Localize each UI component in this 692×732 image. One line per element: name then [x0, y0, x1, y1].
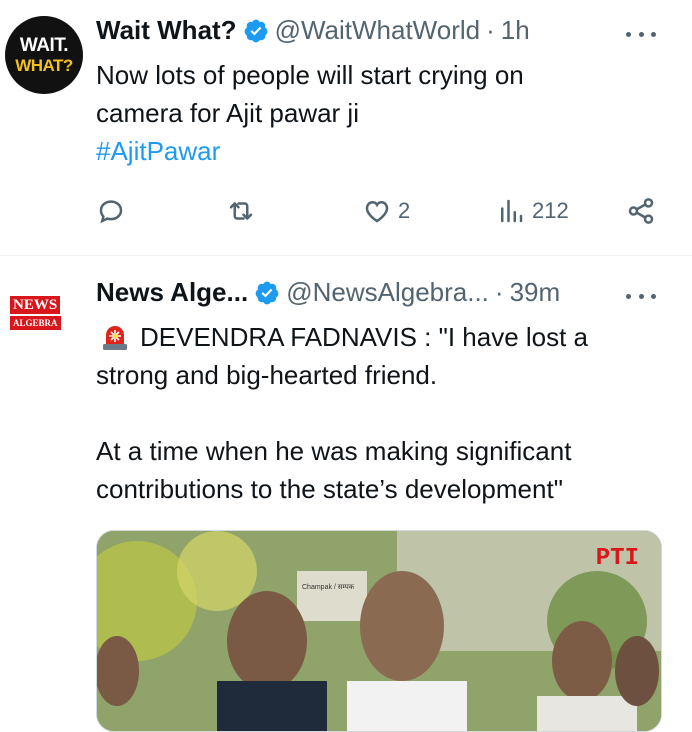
tweet-header: News Alge... @NewsAlgebra... · 39m	[96, 277, 560, 308]
display-name[interactable]: News Alge...	[96, 277, 248, 308]
user-handle[interactable]: @NewsAlgebra...	[286, 277, 489, 308]
timestamp[interactable]: 1h	[501, 15, 530, 46]
separator-dot: ·	[486, 15, 495, 45]
retweet-icon	[229, 202, 253, 220]
avatar-text-line1: NEWS	[10, 296, 61, 314]
hashtag-link[interactable]: #AjitPawar	[96, 132, 220, 170]
display-name[interactable]: Wait What?	[96, 15, 237, 46]
views-count: 212	[532, 198, 569, 223]
timestamp[interactable]: 39m	[510, 277, 561, 308]
tweet-actions: 2 212	[96, 196, 666, 228]
reply-icon	[99, 200, 123, 224]
retweet-button[interactable]	[226, 196, 256, 226]
tweet-media-image[interactable]: Champak / सम्पक PTI	[96, 530, 662, 732]
avatar-text-line2: WHAT?	[15, 55, 73, 75]
more-options-icon[interactable]	[626, 286, 656, 306]
media-sign-text: Champak / सम्पक	[302, 584, 355, 591]
media-watermark: PTI	[595, 545, 639, 572]
like-count: 2	[398, 198, 411, 223]
tweet-text: DEVENDRA FADNAVIS : "I have lost a stron…	[96, 322, 589, 504]
separator-dot: ·	[494, 277, 504, 307]
tweet-text: Now lots of people will start crying on …	[96, 60, 524, 128]
media-photo	[97, 531, 661, 731]
views-button[interactable]: 212	[496, 196, 569, 226]
avatar-text-line1: WAIT.	[19, 34, 69, 56]
views-icon	[501, 199, 523, 223]
avatar-text-line2: ALGEBRA	[10, 316, 61, 330]
tweet-wait-what[interactable]: WAIT. WHAT? Wait What? @WaitWhatWorld · …	[0, 0, 692, 255]
share-icon	[628, 198, 654, 224]
verified-badge-icon	[244, 19, 267, 42]
like-button[interactable]: 2	[362, 196, 410, 226]
user-handle[interactable]: @WaitWhatWorld	[275, 15, 481, 46]
reply-button[interactable]	[96, 196, 126, 226]
heart-icon	[365, 200, 389, 223]
more-options-icon[interactable]	[626, 24, 656, 44]
avatar[interactable]: WAIT. WHAT?	[5, 16, 83, 94]
tweet-header: Wait What? @WaitWhatWorld · 1h	[96, 15, 530, 46]
avatar-news-algebra[interactable]: NEWS ALGEBRA	[10, 288, 72, 338]
share-button[interactable]	[626, 196, 656, 226]
verified-badge-icon	[255, 281, 279, 304]
